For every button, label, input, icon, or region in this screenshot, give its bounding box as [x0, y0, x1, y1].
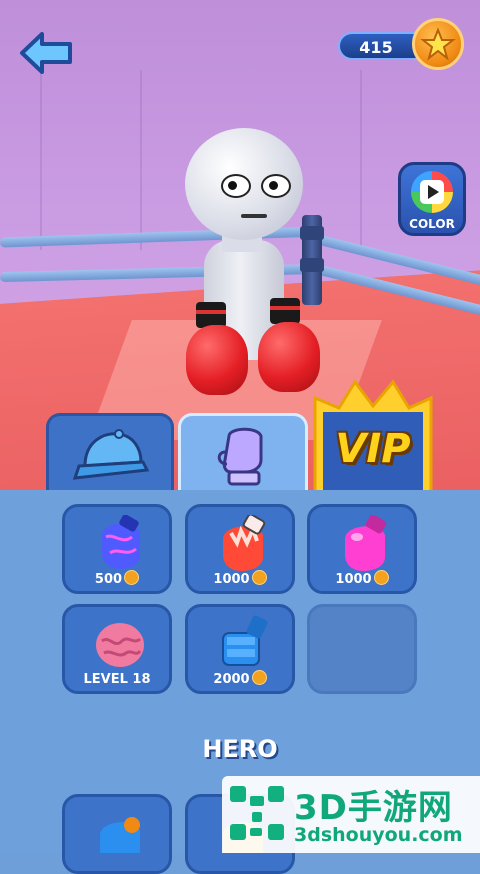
coin-icon [251, 670, 267, 685]
watermark-title: 3D手游网 [294, 788, 453, 828]
back-button[interactable] [18, 30, 74, 76]
watermark: 3D手游网 3dshouyou.com [222, 776, 480, 853]
shop-item-flame-glove[interactable]: 1000 [185, 504, 295, 594]
coin-amount: 415 [359, 38, 393, 57]
watermark-logo-icon [230, 786, 284, 840]
right-eye [261, 174, 291, 198]
shop-item-robot-glove[interactable]: 2000 [185, 604, 295, 694]
wall-panel [140, 70, 142, 250]
right-wrist-band [270, 298, 300, 324]
shop-item-pink-glove[interactable]: 1000 [307, 504, 417, 594]
color-button-label: COLOR [409, 217, 455, 231]
vip-label: VIP [335, 426, 411, 472]
item-unlock-level: LEVEL 18 [83, 672, 151, 687]
shop-item-empty-slot [307, 604, 417, 694]
left-eye [221, 174, 251, 198]
item-price: 1000 [188, 570, 292, 587]
flame-glove-icon [223, 515, 266, 571]
hero-glove-icon [100, 817, 140, 853]
play-video-icon [420, 180, 444, 204]
glove-icon [217, 427, 263, 486]
coin-icon [373, 570, 389, 585]
shop-item-brain-glove[interactable]: LEVEL 18 [62, 604, 172, 694]
color-button[interactable]: COLOR [398, 162, 466, 236]
item-price: 2000 [188, 670, 292, 687]
star-coin-icon [412, 18, 464, 70]
watermark-url: 3dshouyou.com [294, 824, 463, 846]
left-boxing-glove [186, 325, 248, 395]
ring-post-pad [300, 226, 324, 240]
character-head [185, 128, 303, 240]
item-price: 500 [65, 570, 169, 587]
shop-item-galaxy-glove[interactable]: 500 [62, 504, 172, 594]
item-price: 1000 [310, 570, 414, 587]
coin-icon [124, 570, 140, 585]
robot-glove-icon [222, 615, 268, 666]
section-title-hero: HERO [202, 735, 278, 763]
wall-panel [40, 70, 42, 250]
mouth [241, 214, 267, 218]
pink-glove-icon [345, 515, 387, 571]
shop-item-hero-glove[interactable] [62, 794, 172, 874]
tab-hats[interactable] [46, 413, 174, 495]
back-arrow-icon [20, 32, 72, 74]
ring-post-pad [300, 258, 324, 272]
wall-panel [360, 70, 362, 250]
tab-vip[interactable]: VIP [311, 378, 435, 495]
coin-icon [251, 570, 267, 585]
galaxy-glove-icon [102, 515, 140, 569]
cap-icon [72, 429, 150, 480]
brain-glove-icon [96, 623, 144, 667]
tab-gloves[interactable] [178, 413, 308, 495]
